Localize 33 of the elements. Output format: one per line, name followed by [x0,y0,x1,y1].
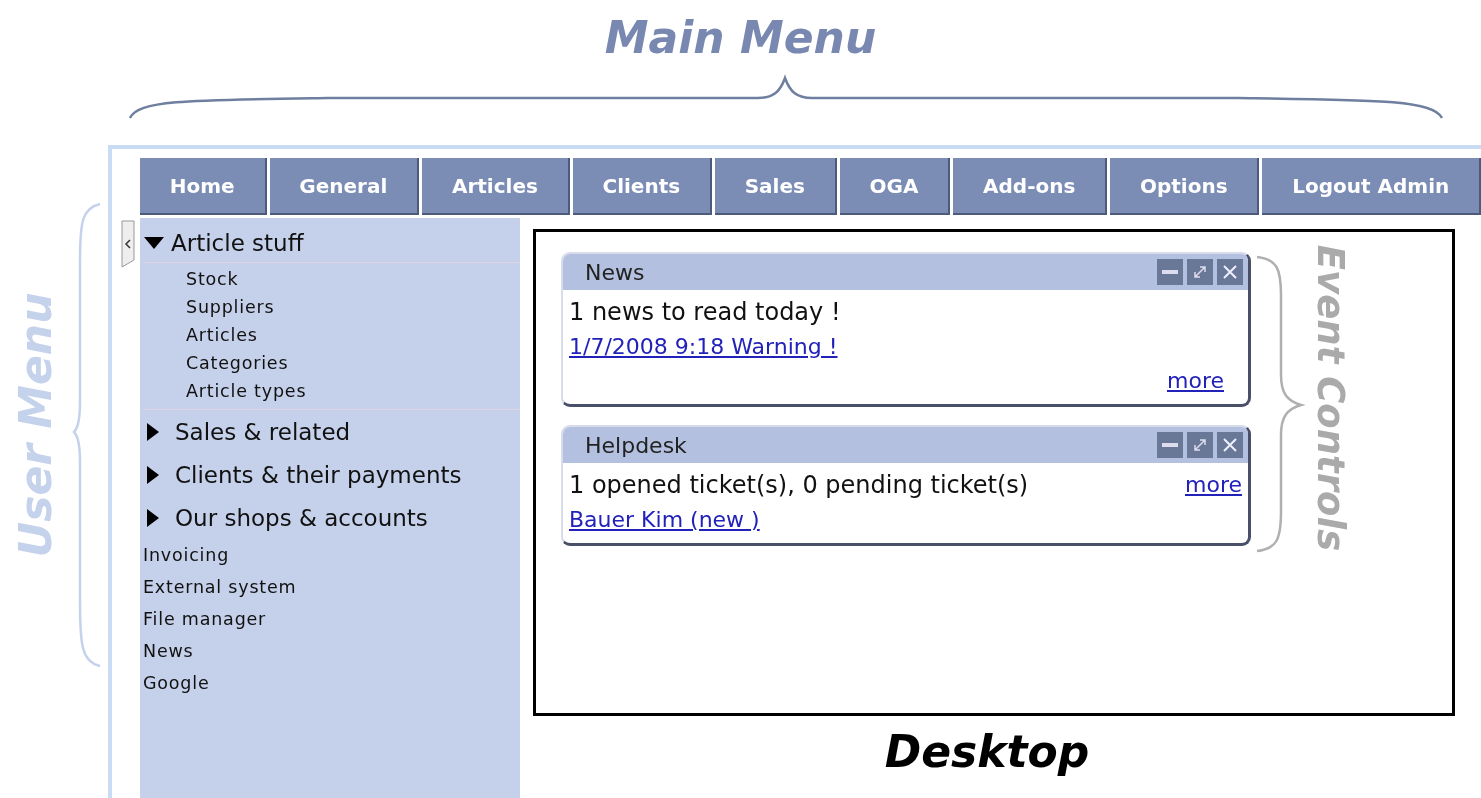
more-link[interactable]: more [1185,468,1242,502]
submenu-item[interactable]: Article types [186,377,307,405]
main-menu-annotation: Main Menu [604,12,877,64]
widget-link[interactable]: 1/7/2008 9:18 Warning ! [569,330,838,364]
menu-item[interactable]: News [143,635,520,667]
widget-text: 1 news to read today ! [569,297,841,328]
close-icon[interactable] [1217,432,1243,458]
widget-title: Helpdesk [585,432,688,458]
menu-group-label[interactable]: Clients & their payments [175,461,462,488]
submenu-item[interactable]: Categories [186,349,289,377]
widget-link[interactable]: Bauer Kim (new ) [569,503,760,537]
expand-icon[interactable] [1187,259,1213,285]
user-menu-annotation: User Menu [9,292,61,558]
desktop-annotation: Desktop [883,726,1091,777]
more-link[interactable]: more [1167,364,1224,398]
menu-item[interactable]: File manager [143,603,520,635]
menu-item[interactable]: Google [143,667,520,699]
menu-item[interactable]: Invoicing [143,539,520,571]
widget-title: News [585,259,646,285]
menu-group-label[interactable]: Article stuff [171,230,304,256]
menu-group-label[interactable]: Sales & related [175,418,351,445]
submenu-item[interactable]: Suppliers [186,293,275,321]
submenu-item[interactable]: Articles [186,321,258,349]
menu-group-label[interactable]: Our shops & accounts [175,504,428,531]
menu-item[interactable]: External system [143,571,520,603]
widget-text: 1 opened ticket(s), 0 pending ticket(s) [569,470,1029,501]
submenu-item[interactable]: Stock [186,265,239,293]
event-controls-annotation: Event Controls [1308,244,1352,552]
expand-icon[interactable] [1187,432,1213,458]
minimize-icon[interactable] [1157,259,1183,285]
collapse-tab-icon[interactable] [121,220,135,268]
minimize-icon[interactable] [1157,432,1183,458]
close-icon[interactable] [1217,259,1243,285]
